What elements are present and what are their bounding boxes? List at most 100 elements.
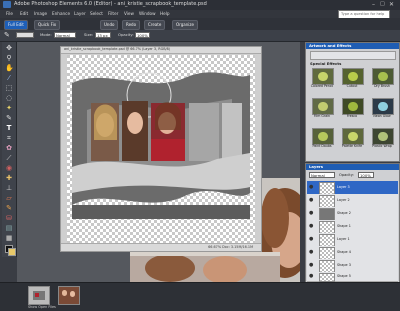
visibility-eye-icon[interactable]: ● [309, 184, 313, 190]
document-canvas[interactable] [67, 55, 255, 245]
paint-bucket-tool-icon[interactable]: ⛁ [5, 214, 13, 222]
type-tool-icon[interactable]: T [5, 124, 13, 132]
cookie-cutter-tool-icon[interactable]: ✿ [5, 144, 13, 152]
quick-fix-button[interactable]: Quick Fix [34, 20, 61, 30]
zoom-tool-icon[interactable]: ⚲ [5, 54, 13, 62]
crop-tool-icon[interactable]: ⌗ [5, 134, 13, 142]
menu-file[interactable]: File [6, 11, 13, 16]
full-edit-button[interactable]: Full Edit [4, 20, 28, 30]
opacity-input[interactable]: 100% [135, 32, 150, 38]
layer-row[interactable]: ● Layer 2 [307, 194, 398, 208]
brush-preset-picker[interactable] [16, 32, 34, 38]
app-logo-icon [3, 1, 11, 8]
effect-film-grain[interactable]: Film Grain [310, 98, 334, 120]
effect-neon-glow[interactable]: Neon Glow [370, 98, 394, 120]
effect-plastic-wrap[interactable]: Plastic Wrap [370, 128, 394, 150]
artwork-effects-header[interactable]: Artwork and Effects [306, 43, 399, 49]
effect-label: Fresco [346, 114, 358, 118]
effect-label: Dry Brush [374, 84, 390, 88]
layer-name: Shape 1 [337, 224, 351, 228]
document-window[interactable]: ani_kristie_scrapbook_template.psd @ 66.… [60, 46, 262, 252]
menu-select[interactable]: Select [90, 11, 103, 16]
straighten-tool-icon[interactable]: ⟋ [5, 154, 13, 162]
menu-filter[interactable]: Filter [108, 11, 118, 16]
marquee-tool-icon[interactable]: ⬚ [5, 84, 13, 92]
menu-image[interactable]: Image [34, 11, 47, 16]
gradient-tool-icon[interactable]: ▤ [5, 224, 13, 232]
close-button[interactable]: ✕ [389, 1, 394, 8]
lasso-tool-icon[interactable]: ◌ [5, 94, 13, 102]
effect-palette-knife[interactable]: Palette Knife [340, 128, 364, 150]
layer-name: Shape 4 [337, 250, 351, 254]
menu-edit[interactable]: Edit [20, 11, 28, 16]
layer-row[interactable]: ● Layer 3 [307, 181, 398, 195]
minimize-button[interactable]: – [372, 1, 375, 8]
layers-header[interactable]: Layers [306, 164, 399, 170]
background-photo-strip [130, 252, 280, 282]
layer-row[interactable]: ● Shape 2 [307, 207, 398, 221]
menu-view[interactable]: View [124, 11, 134, 16]
effect-paint-daubs[interactable]: Paint Daubs [310, 128, 334, 150]
effect-fresco[interactable]: Fresco [340, 98, 364, 120]
effect-thumbnail [342, 98, 364, 115]
visibility-eye-icon[interactable]: ● [309, 236, 313, 242]
clone-stamp-tool-icon[interactable]: ⊥ [5, 184, 13, 192]
layer-row[interactable]: ● Shape 3 [307, 259, 398, 273]
visibility-eye-icon[interactable]: ● [309, 249, 313, 255]
mode-select[interactable]: Normal [54, 32, 76, 38]
open-file-thumbnail-1[interactable] [28, 286, 50, 305]
effect-thumbnail [342, 68, 364, 85]
special-effects-tab-icons[interactable] [310, 51, 396, 60]
document-title-bar[interactable]: ani_kristie_scrapbook_template.psd @ 66.… [61, 47, 261, 54]
move-tool-icon[interactable]: ✥ [5, 44, 13, 52]
eyedropper-tool-icon[interactable]: ⁄ [5, 74, 13, 82]
size-input[interactable]: 13 px [95, 32, 111, 38]
effect-cutout[interactable]: Cutout [340, 68, 364, 90]
window-title: Adobe Photoshop Elements 6.0 (Editor) - … [14, 1, 207, 7]
effect-thumbnail [372, 68, 394, 85]
background-color-swatch[interactable] [8, 248, 16, 256]
eraser-tool-icon[interactable]: ▱ [5, 194, 13, 202]
redo-button[interactable]: Redo [122, 20, 141, 30]
document-status-text: 66.67% Doc: 3.15M/16.1M [208, 245, 253, 249]
selection-brush-tool-icon[interactable]: ✎ [5, 114, 13, 122]
visibility-eye-icon[interactable]: ● [309, 197, 313, 203]
magic-wand-tool-icon[interactable]: ✦ [5, 104, 13, 112]
create-button[interactable]: Create [144, 20, 166, 30]
layer-opacity-input[interactable]: 100% [358, 172, 374, 178]
brush-tool-icon: ✎ [4, 31, 10, 39]
show-open-files-label[interactable]: Show Open Files [28, 305, 56, 309]
layer-name: Layer 3 [337, 185, 350, 189]
effect-thumbnail [312, 98, 334, 115]
project-bin: Show Open Files [0, 282, 400, 311]
visibility-eye-icon[interactable]: ● [309, 262, 313, 268]
organize-button[interactable]: Organize [172, 20, 198, 30]
visibility-eye-icon[interactable]: ● [309, 210, 313, 216]
open-file-thumbnail-2[interactable] [58, 286, 80, 305]
shape-tool-icon[interactable]: ■ [5, 234, 13, 242]
visibility-eye-icon[interactable]: ● [309, 223, 313, 229]
effect-dry-brush[interactable]: Dry Brush [370, 68, 394, 90]
blend-mode-select[interactable]: Normal [309, 172, 335, 178]
effect-colored-pencil[interactable]: Colored Pencil [310, 68, 334, 90]
help-search-placeholder: Type a question for help [341, 12, 385, 16]
effect-label: Plastic Wrap [372, 144, 392, 148]
visibility-eye-icon[interactable]: ● [309, 273, 313, 279]
layer-row[interactable]: ● Shape 4 [307, 246, 398, 260]
menu-enhance[interactable]: Enhance [52, 11, 70, 16]
layer-row[interactable]: ● Shape 5 [307, 272, 398, 282]
menu-help[interactable]: Help [160, 11, 170, 16]
hand-tool-icon[interactable]: ✋ [5, 64, 14, 72]
menu-window[interactable]: Window [139, 11, 156, 16]
brush-tool-icon[interactable]: ✎ [5, 204, 13, 212]
layer-row[interactable]: ● Shape 1 [307, 220, 398, 234]
layers-title: Layers [309, 164, 324, 169]
menu-layer[interactable]: Layer [74, 11, 86, 16]
undo-button[interactable]: Undo [100, 20, 119, 30]
maximize-button[interactable]: □ [380, 1, 385, 7]
layer-name: Shape 3 [337, 263, 351, 267]
layer-row[interactable]: ● Layer 1 [307, 233, 398, 247]
effect-thumbnail [372, 128, 394, 145]
red-eye-tool-icon[interactable]: ◉ [5, 164, 13, 172]
healing-brush-tool-icon[interactable]: ✚ [5, 174, 13, 182]
